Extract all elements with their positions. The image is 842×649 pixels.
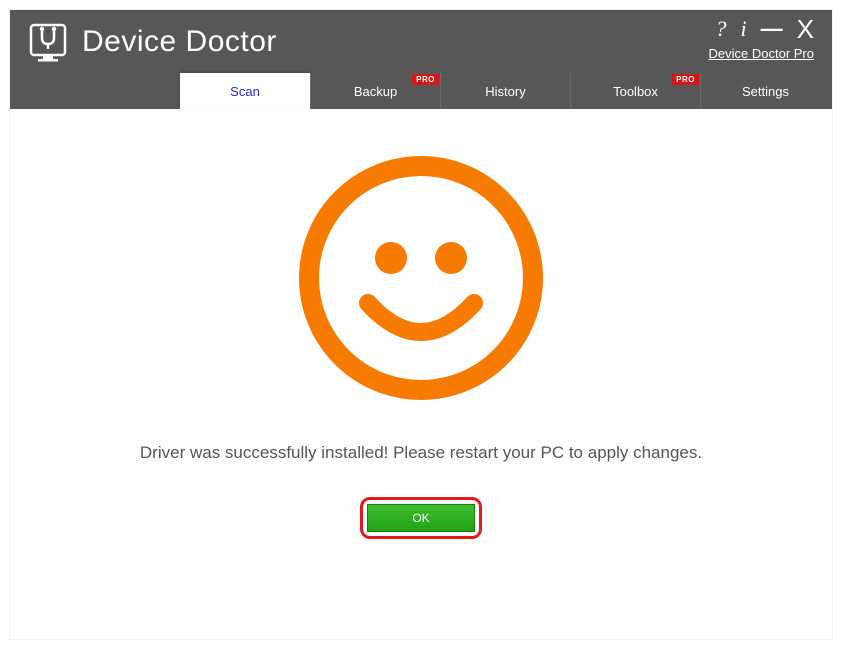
- tab-label: Scan: [230, 84, 260, 99]
- tab-label: Toolbox: [613, 84, 658, 99]
- pro-badge: PRO: [412, 74, 439, 85]
- tab-label: History: [485, 84, 525, 99]
- info-icon[interactable]: i: [741, 18, 747, 40]
- tab-settings[interactable]: Settings: [700, 73, 830, 109]
- tab-bar: Scan Backup PRO History Toolbox PRO Sett…: [10, 73, 832, 109]
- status-message: Driver was successfully installed! Pleas…: [140, 443, 702, 463]
- ok-button-label: OK: [412, 511, 429, 525]
- pro-upgrade-link[interactable]: Device Doctor Pro: [709, 46, 814, 61]
- tab-history[interactable]: History: [440, 73, 570, 109]
- help-icon[interactable]: ?: [716, 18, 727, 40]
- tab-scan[interactable]: Scan: [180, 73, 310, 109]
- minimize-icon[interactable]: —: [761, 18, 783, 40]
- tab-backup[interactable]: Backup PRO: [310, 73, 440, 109]
- ok-button[interactable]: OK: [367, 504, 475, 532]
- tab-label: Backup: [354, 84, 397, 99]
- app-logo-icon: [28, 22, 68, 62]
- pro-badge: PRO: [672, 74, 699, 85]
- title-bar: Device Doctor ? i — X Device Doctor Pro: [10, 10, 832, 73]
- app-title: Device Doctor: [82, 25, 277, 59]
- close-icon[interactable]: X: [797, 16, 814, 42]
- success-smiley-icon: [296, 153, 546, 403]
- main-panel: Driver was successfully installed! Pleas…: [10, 109, 832, 639]
- tab-label: Settings: [742, 84, 789, 99]
- tab-toolbox[interactable]: Toolbox PRO: [570, 73, 700, 109]
- ok-button-highlight: OK: [360, 497, 482, 539]
